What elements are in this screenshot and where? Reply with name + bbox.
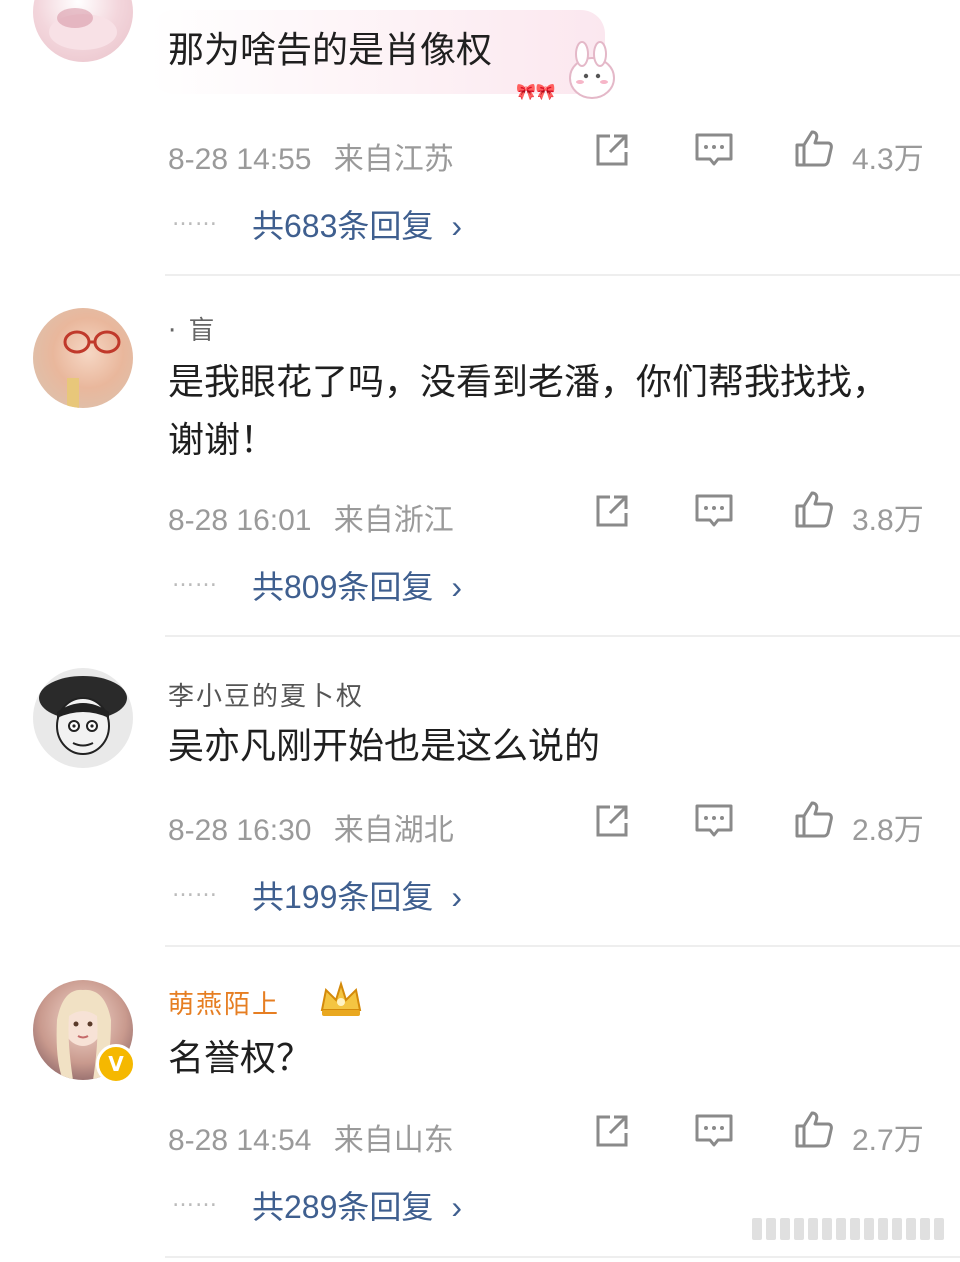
username[interactable]: 萌燕陌上 [168, 984, 280, 1021]
like-count: 2.8万 [852, 814, 924, 847]
share-icon[interactable] [592, 491, 632, 531]
verified-badge: V [96, 1044, 136, 1084]
comment-text: 吴亦凡刚开始也是这么说的 [168, 726, 601, 767]
comment-meta: 8-28 14:55 来自江苏 [168, 134, 454, 178]
bow-decoration-icon: 🎀🎀 [516, 82, 556, 101]
thumbs-up-icon[interactable] [794, 799, 834, 839]
comment-icon[interactable] [694, 491, 734, 531]
chevron-right-icon: › [451, 569, 463, 605]
reply-dots: …… [172, 877, 218, 902]
comment-icon[interactable] [694, 130, 734, 170]
reply-dots: …… [172, 206, 218, 231]
comment-meta: 8-28 16:01 来自浙江 [168, 495, 454, 539]
reply-dots: …… [172, 567, 218, 592]
comment-meta: 8-28 16:30 来自湖北 [168, 805, 454, 849]
avatar[interactable] [33, 308, 133, 408]
comment-icon[interactable] [694, 1111, 734, 1151]
divider [165, 945, 960, 947]
chevron-right-icon: › [451, 208, 463, 244]
username[interactable]: 李小豆的夏卜权 [168, 676, 364, 713]
comment-icon[interactable] [694, 801, 734, 841]
comment-location: 来自江苏 [333, 143, 454, 176]
divider [165, 274, 960, 276]
thumbs-up-icon[interactable] [794, 128, 834, 168]
share-icon[interactable] [592, 130, 632, 170]
comment-location: 来自浙江 [333, 504, 454, 537]
like-count: 4.3万 [852, 143, 924, 176]
comment-location: 来自湖北 [333, 814, 454, 847]
thumbs-up-icon[interactable] [794, 489, 834, 529]
view-replies-link[interactable]: 共199条回复 › [252, 872, 462, 918]
share-icon[interactable] [592, 801, 632, 841]
chevron-right-icon: › [451, 1189, 463, 1225]
comment-date: 8-28 16:30 [168, 814, 312, 847]
view-replies-link[interactable]: 共683条回复 › [252, 201, 462, 247]
share-icon[interactable] [592, 1111, 632, 1151]
comment-date: 8-28 14:54 [168, 1124, 312, 1157]
replies-count-label: 共289条回复 [252, 1189, 434, 1225]
crown-icon [320, 980, 362, 1016]
comment-text: 那为啥告的是肖像权 [168, 30, 493, 71]
like-count: 2.7万 [852, 1124, 924, 1157]
avatar[interactable] [33, 0, 133, 62]
username[interactable]: · 盲 [168, 310, 217, 347]
chevron-right-icon: › [451, 879, 463, 915]
watermark-strip [752, 1215, 952, 1243]
thumbs-up-icon[interactable] [794, 1109, 834, 1149]
divider [165, 1256, 960, 1258]
replies-count-label: 共199条回复 [252, 879, 434, 915]
comment-text: 是我眼花了吗，没看到老潘，你们帮我找找，谢谢！ [168, 362, 889, 461]
replies-count-label: 共683条回复 [252, 208, 434, 244]
comment-meta: 8-28 14:54 来自山东 [168, 1115, 454, 1159]
reply-dots: …… [172, 1187, 218, 1212]
avatar[interactable] [33, 668, 133, 768]
comment-date: 8-28 14:55 [168, 143, 312, 176]
divider [165, 635, 960, 637]
replies-count-label: 共809条回复 [252, 569, 434, 605]
view-replies-link[interactable]: 共809条回复 › [252, 562, 462, 608]
comment-location: 来自山东 [333, 1124, 454, 1157]
like-count: 3.8万 [852, 504, 924, 537]
comment-text: 名誉权？ [168, 1038, 313, 1079]
view-replies-link[interactable]: 共289条回复 › [252, 1182, 462, 1228]
comment-date: 8-28 16:01 [168, 504, 312, 537]
